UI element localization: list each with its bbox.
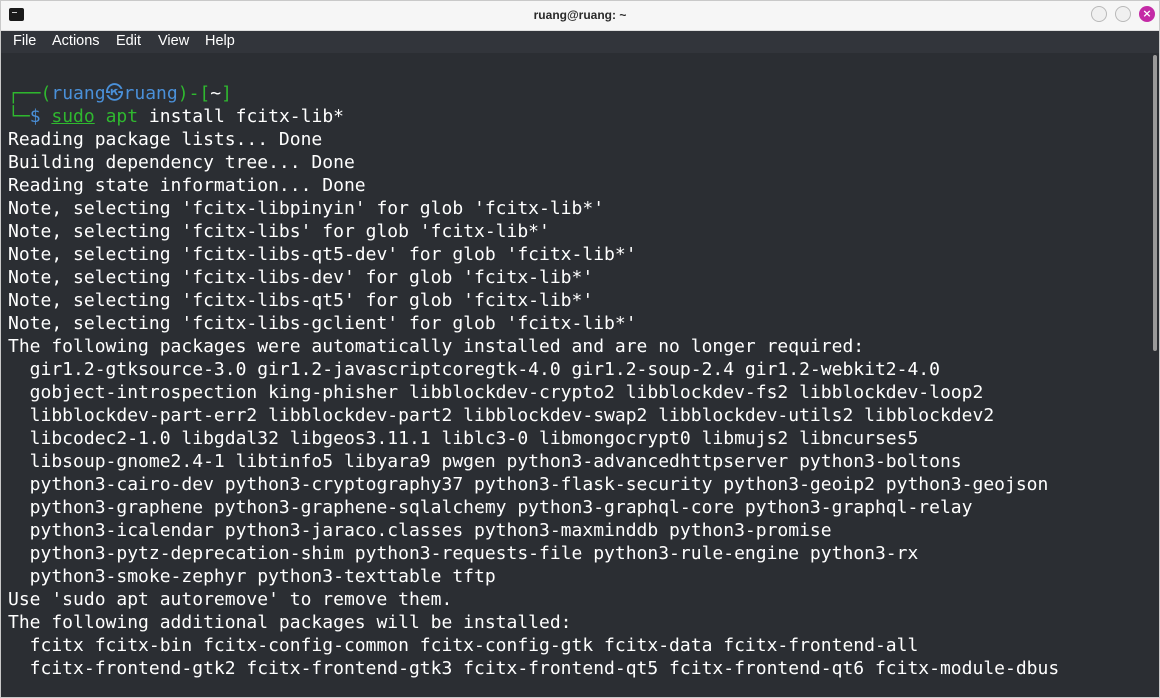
output-line: gir1.2-gtksource-3.0 gir1.2-javascriptco… <box>8 359 940 380</box>
output-line: python3-icalendar python3-jaraco.classes… <box>8 520 832 541</box>
command-args: install fcitx-lib* <box>138 106 344 127</box>
vertical-scrollbar[interactable] <box>1152 53 1158 697</box>
command-sudo: sudo <box>51 106 95 127</box>
maximize-button[interactable] <box>1115 6 1131 22</box>
output-line: python3-cairo-dev python3-cryptography37… <box>8 474 1049 495</box>
output-line: The following packages were automaticall… <box>8 336 865 357</box>
output-line: Note, selecting 'fcitx-libs-qt5-dev' for… <box>8 244 637 265</box>
output-line: fcitx fcitx-bin fcitx-config-common fcit… <box>8 635 919 656</box>
prompt-dollar: $ <box>29 106 52 127</box>
close-icon: × <box>1142 7 1152 20</box>
prompt-dir: ~ <box>210 83 222 104</box>
prompt-corner-top: ┌── <box>8 83 41 104</box>
title-bar[interactable]: ruang@ruang: ~ × <box>1 1 1159 31</box>
output-line: Use 'sudo apt autoremove' to remove them… <box>8 589 453 610</box>
output-line: python3-smoke-zephyr python3-texttable t… <box>8 566 496 587</box>
prompt-paren-open: ( <box>40 83 52 104</box>
prompt-at-symbol: ㉿ <box>105 83 124 104</box>
output-line: The following additional packages will b… <box>8 612 572 633</box>
output-line: Note, selecting 'fcitx-libs-qt5' for glo… <box>8 290 594 311</box>
prompt-dir-close: ] <box>221 83 232 104</box>
output-line: python3-pytz-deprecation-shim python3-re… <box>8 543 919 564</box>
menu-edit[interactable]: Edit <box>116 33 141 49</box>
prompt-user: ruang <box>51 83 106 104</box>
prompt-dir-open: )-[ <box>177 83 211 104</box>
menu-file[interactable]: File <box>13 33 36 49</box>
output-line: Note, selecting 'fcitx-libs' for glob 'f… <box>8 221 550 242</box>
menu-view[interactable]: View <box>158 33 189 49</box>
menu-help[interactable]: Help <box>205 33 235 49</box>
output-line: Note, selecting 'fcitx-libs-dev' for glo… <box>8 267 594 288</box>
prompt-host: ruang <box>123 83 178 104</box>
output-line: Note, selecting 'fcitx-libpinyin' for gl… <box>8 198 605 219</box>
output-line: Note, selecting 'fcitx-libs-gclient' for… <box>8 313 637 334</box>
minimize-button[interactable] <box>1091 6 1107 22</box>
terminal-window: ruang@ruang: ~ × File Actions Edit View … <box>0 0 1160 698</box>
output-line: libblockdev-part-err2 libblockdev-part2 … <box>8 405 995 426</box>
prompt-corner-bottom: └─ <box>8 106 30 127</box>
prompt-line-command: └─$ sudo apt install fcitx-lib* <box>8 105 344 128</box>
output-line: Reading state information... Done <box>8 175 366 196</box>
output-line: python3-graphene python3-graphene-sqlalc… <box>8 497 973 518</box>
command-apt: apt <box>105 106 139 127</box>
close-button[interactable]: × <box>1139 6 1155 22</box>
menu-bar: File Actions Edit View Help <box>1 31 1159 53</box>
terminal-output-area[interactable]: ┌──(ruang㉿ruang)-[~] └─$ sudo apt instal… <box>2 53 1151 697</box>
menu-actions[interactable]: Actions <box>52 33 100 49</box>
output-line: Reading package lists... Done <box>8 129 323 150</box>
output-line: gobject-introspection king-phisher libbl… <box>8 382 984 403</box>
output-line: libsoup-gnome2.4-1 libtinfo5 libyara9 pw… <box>8 451 962 472</box>
scrollbar-thumb[interactable] <box>1153 55 1157 351</box>
window-title: ruang@ruang: ~ <box>533 8 627 22</box>
output-line: libcodec2-1.0 libgdal32 libgeos3.11.1 li… <box>8 428 919 449</box>
output-line: fcitx-frontend-gtk2 fcitx-frontend-gtk3 … <box>8 658 1060 679</box>
prompt-line-top: ┌──(ruang㉿ruang)-[~] <box>8 82 232 105</box>
output-line: Building dependency tree... Done <box>8 152 355 173</box>
